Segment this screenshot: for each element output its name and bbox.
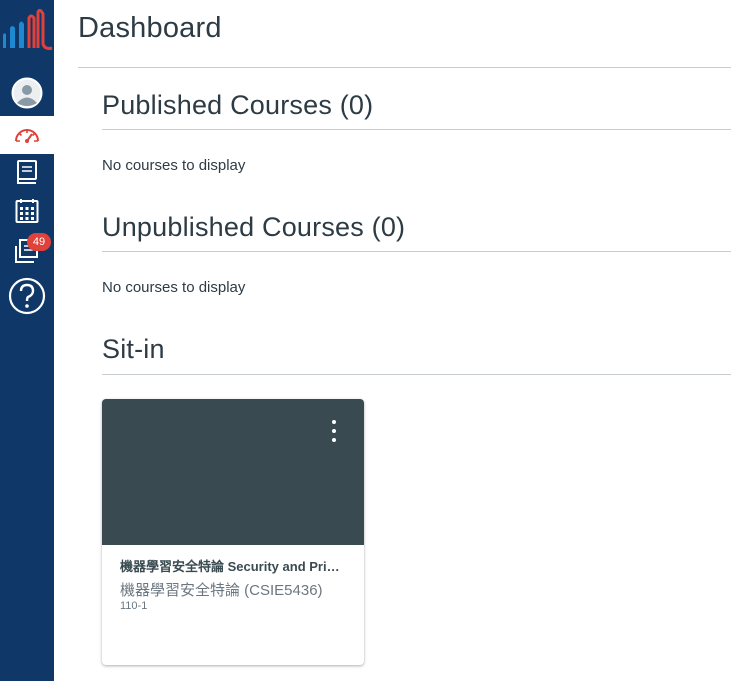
published-empty-text: No courses to display — [102, 157, 246, 174]
sit-in-heading: Sit-in — [102, 334, 165, 364]
course-card-term: 110-1 — [120, 600, 148, 612]
page-title: Dashboard — [78, 12, 222, 44]
sit-in-divider — [102, 374, 731, 375]
nav-calendar[interactable] — [0, 192, 54, 230]
nav-help[interactable] — [0, 276, 54, 316]
user-avatar-icon — [11, 77, 43, 109]
inbox-unread-badge: 49 — [27, 233, 51, 251]
global-nav: 49 — [0, 0, 54, 681]
nav-courses[interactable] — [0, 153, 54, 191]
app: 49 Dashboard Published Courses (0) No co… — [0, 0, 731, 681]
calendar-icon — [15, 199, 39, 223]
canvas-logo[interactable] — [0, 0, 54, 56]
unpublished-empty-text: No courses to display — [102, 279, 246, 296]
kebab-vertical-icon[interactable] — [322, 417, 346, 445]
unpublished-divider — [102, 251, 731, 252]
nav-account[interactable] — [0, 74, 54, 112]
published-courses-heading: Published Courses (0) — [102, 90, 374, 120]
course-card-code: 機器學習安全特論 (CSIE5436) — [120, 582, 323, 599]
nav-dashboard[interactable] — [0, 116, 54, 154]
main-content: Dashboard Published Courses (0) No cours… — [54, 0, 731, 681]
course-card-name[interactable]: 機器學習安全特論 Security and Pri… — [120, 556, 346, 575]
published-divider — [102, 129, 731, 130]
speedometer-icon — [15, 129, 39, 143]
title-divider — [78, 67, 731, 68]
book-icon — [17, 160, 37, 184]
unpublished-courses-heading: Unpublished Courses (0) — [102, 212, 406, 242]
question-circle-icon — [8, 277, 46, 315]
course-card[interactable]: 機器學習安全特論 Security and Pri… 機器學習安全特論 (CSI… — [102, 399, 364, 665]
